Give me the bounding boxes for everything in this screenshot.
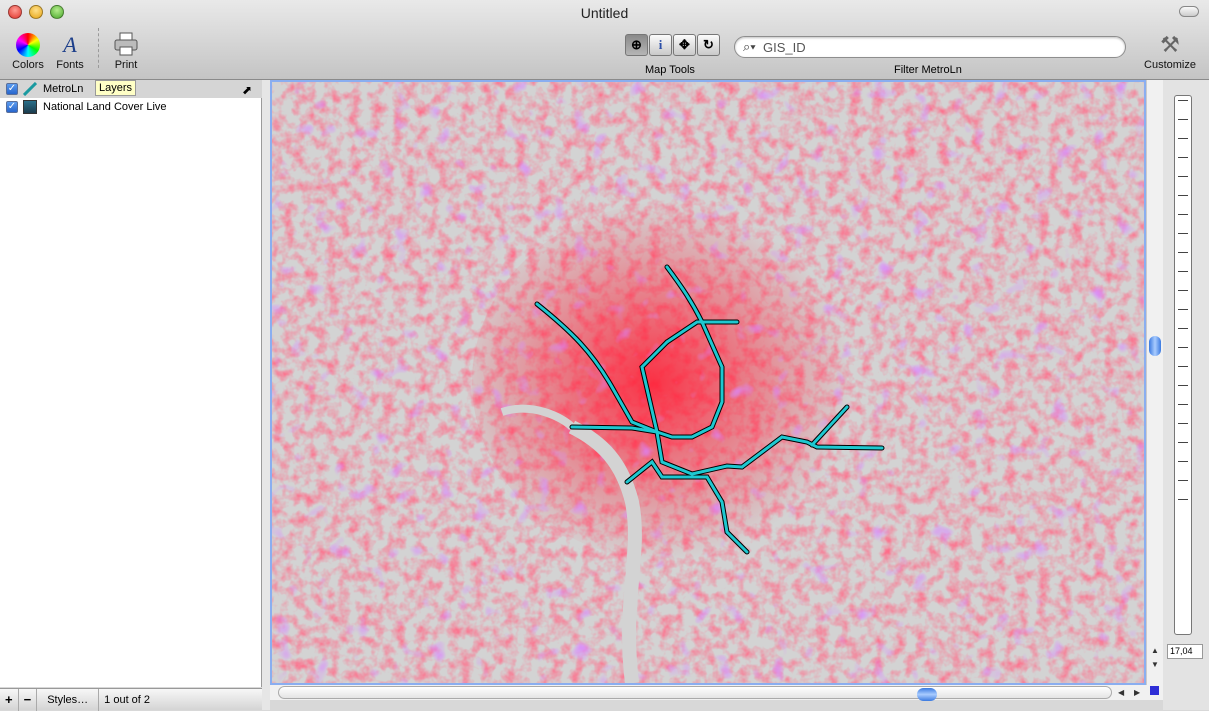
zoom-tick (1178, 271, 1188, 272)
layers-sidebar: ✓ MetroLn ✓ National Land Cover Live (0, 80, 262, 687)
remove-layer-button[interactable]: − (19, 688, 38, 711)
pan-icon: ✥ (679, 37, 690, 52)
map-tools-label: Map Tools (645, 64, 695, 76)
sidebar-splitter[interactable] (262, 80, 270, 710)
layer-visibility-checkbox[interactable]: ✓ (6, 83, 18, 95)
zoom-tick (1178, 480, 1188, 481)
metro-lines-layer (534, 264, 885, 555)
window-title: Untitled (580, 5, 629, 21)
zoom-tick (1178, 366, 1188, 367)
zoom-tick (1178, 252, 1188, 253)
zoom-tick (1178, 423, 1188, 424)
printer-icon (113, 31, 139, 57)
zoom-tick (1178, 214, 1188, 215)
zoom-tick (1178, 328, 1188, 329)
metro-line-red-west (654, 264, 725, 440)
print-button[interactable]: Print (108, 31, 144, 71)
scroll-left-arrow[interactable]: ◀ (1118, 688, 1124, 697)
zoom-panel: 17,04 (1163, 80, 1209, 710)
pan-tool-button[interactable]: ✥ (673, 34, 696, 56)
zoom-value: 17,04 (1167, 644, 1203, 659)
info-icon: i (658, 37, 663, 52)
filter-label: Filter MetroLn (894, 64, 962, 76)
zoom-slider[interactable] (1174, 95, 1192, 635)
zoom-tick (1178, 176, 1188, 177)
layer-name: National Land Cover Live (43, 101, 167, 113)
rotate-tool-button[interactable]: ↻ (697, 34, 720, 56)
zoom-tool-button[interactable]: ⊕ (625, 34, 648, 56)
scroll-right-arrow[interactable]: ▶ (1134, 688, 1140, 697)
line-layer-icon (22, 81, 38, 97)
map-canvas[interactable] (270, 80, 1146, 685)
add-layer-button[interactable]: + (0, 688, 19, 711)
customize-button[interactable]: ⚒ Customize (1140, 32, 1200, 72)
search-icon: ⌕▾ (743, 39, 756, 54)
zoom-tick (1178, 195, 1188, 196)
resize-corner[interactable] (1150, 686, 1159, 695)
fonts-label: Fonts (56, 59, 84, 71)
layer-row-landcover[interactable]: ✓ National Land Cover Live (0, 98, 262, 116)
layer-visibility-checkbox[interactable]: ✓ (6, 101, 18, 113)
scroll-down-arrow[interactable]: ▼ (1151, 660, 1159, 669)
horizontal-scroll-track[interactable] (278, 686, 1112, 701)
color-wheel-icon (16, 33, 40, 57)
raster-layer-icon (23, 100, 37, 114)
zoom-tick (1178, 385, 1188, 386)
font-icon: A (63, 32, 77, 57)
horizontal-scroll-thumb[interactable] (917, 688, 937, 701)
zoom-tick (1178, 290, 1188, 291)
colors-button[interactable]: Colors (8, 33, 48, 71)
customize-label: Customize (1144, 59, 1196, 71)
info-tool-button[interactable]: i (649, 34, 672, 56)
zoom-tick (1178, 233, 1188, 234)
filter-search-field[interactable]: ⌕▾ (734, 36, 1126, 58)
magnifier-icon: ⊕ (631, 37, 642, 52)
filter-input[interactable] (763, 40, 1113, 55)
zoom-tick (1178, 404, 1188, 405)
scroll-up-arrow[interactable]: ▲ (1151, 646, 1159, 655)
toolbar-toggle-button[interactable] (1179, 6, 1199, 17)
layer-count: 1 out of 2 (104, 693, 151, 706)
vertical-scroll-thumb[interactable] (1149, 336, 1161, 356)
expand-icon[interactable]: ⬈ (242, 83, 252, 97)
title-bar: Untitled Colors A Fonts Print ⊕ i ✥ ↻ Ma… (0, 0, 1209, 80)
zoom-tick (1178, 100, 1188, 101)
colors-label: Colors (12, 59, 44, 71)
fonts-button[interactable]: A Fonts (52, 32, 88, 72)
zoom-tick (1178, 347, 1188, 348)
layers-tooltip: Layers (95, 80, 137, 96)
tools-icon: ⚒ (1160, 32, 1180, 57)
zoom-tick (1178, 119, 1188, 120)
print-label: Print (114, 59, 138, 71)
sidebar-bottom-bar: + − Styles… 1 out of 2 (0, 688, 262, 711)
zoom-tick (1178, 499, 1188, 500)
zoom-tick (1178, 138, 1188, 139)
zoom-tick (1178, 442, 1188, 443)
toolbar-separator (98, 28, 99, 68)
zoom-tick (1178, 309, 1188, 310)
rotate-icon: ↻ (703, 37, 714, 52)
styles-button[interactable]: Styles… (37, 688, 100, 711)
map-tools-group: ⊕ i ✥ ↻ (625, 34, 720, 56)
zoom-tick (1178, 461, 1188, 462)
layer-name: MetroLn (43, 83, 84, 95)
zoom-tick (1178, 157, 1188, 158)
horizontal-scrollbar[interactable]: ◀ ▶ (270, 685, 1163, 701)
vertical-scrollbar[interactable]: ▲ ▼ (1146, 80, 1163, 685)
